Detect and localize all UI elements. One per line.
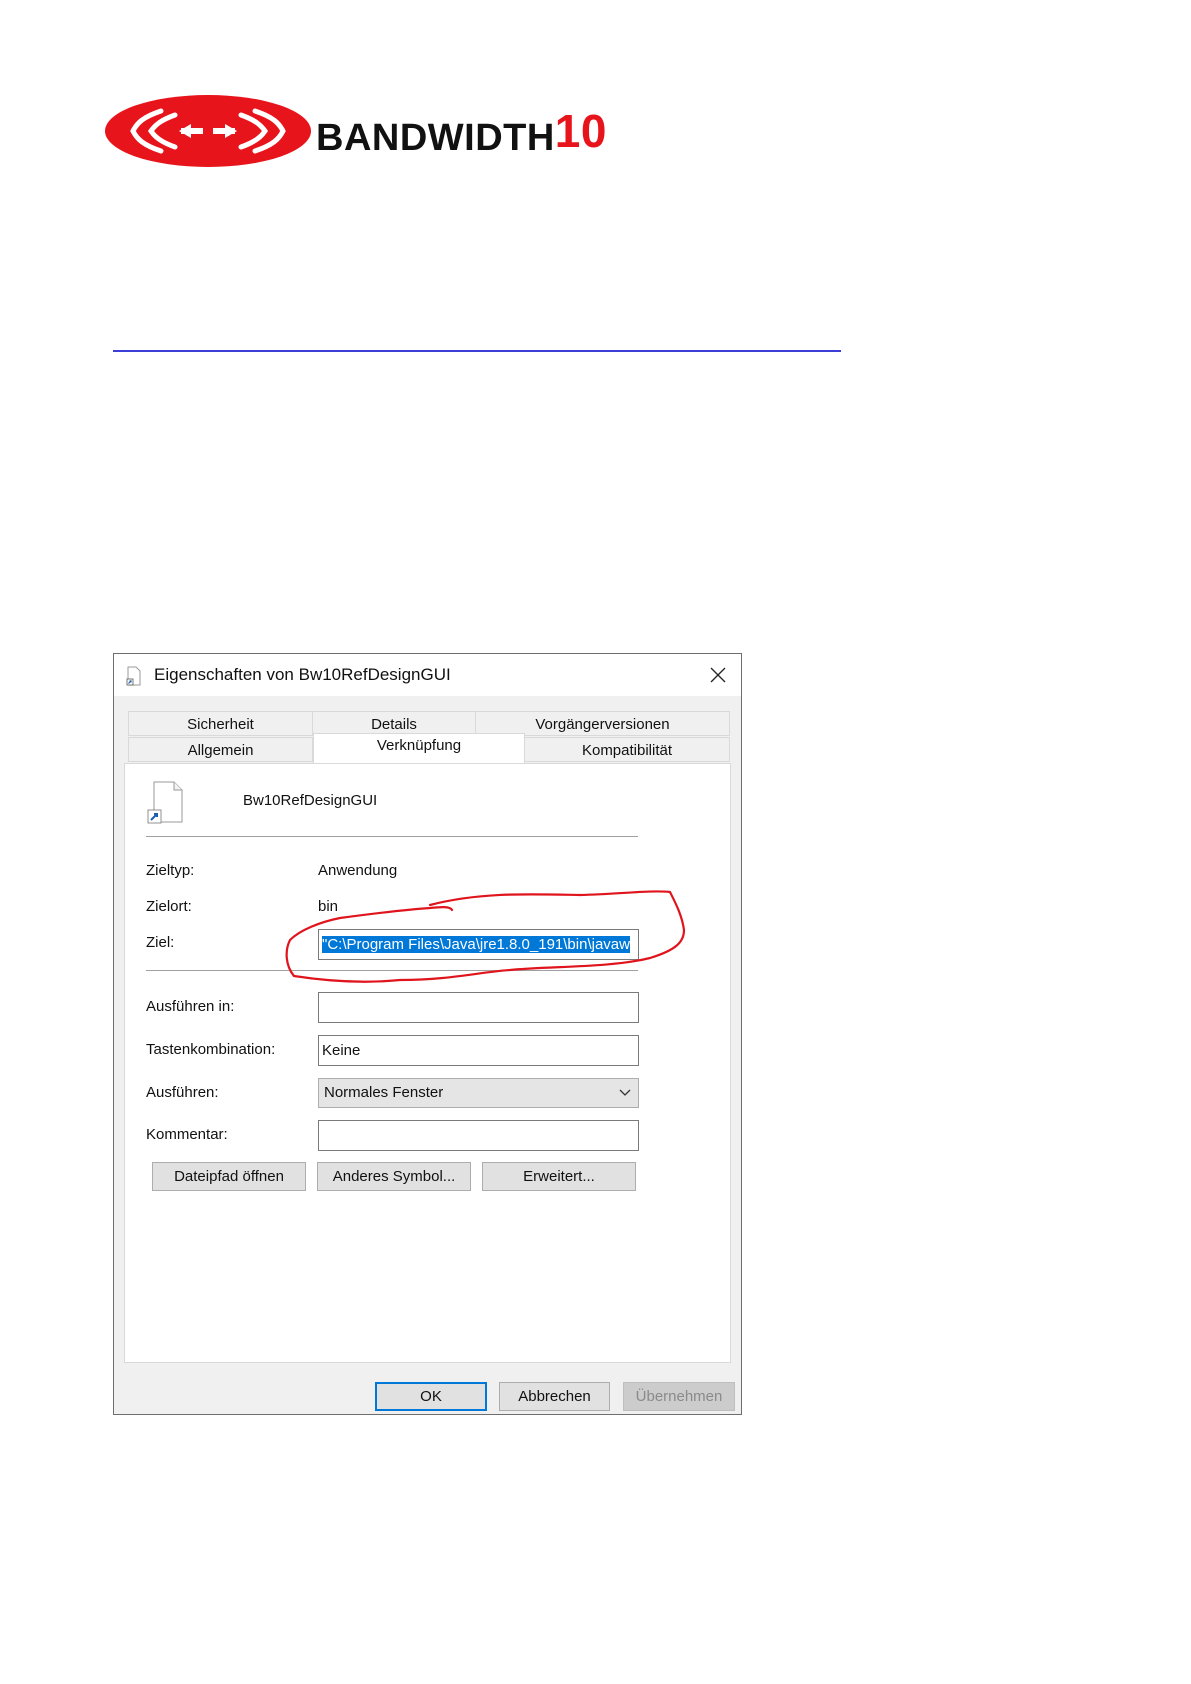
logo-wordmark: BANDWIDTH10 bbox=[316, 105, 607, 161]
tastenkombination-input[interactable]: Keine bbox=[318, 1035, 639, 1066]
tastenkombination-label: Tastenkombination: bbox=[146, 1041, 276, 1058]
tab-allgemein[interactable]: Allgemein bbox=[128, 737, 313, 762]
ziel-label: Ziel: bbox=[146, 934, 175, 951]
ausfuehren-label: Ausführen: bbox=[146, 1084, 219, 1101]
ok-button[interactable]: OK bbox=[375, 1382, 487, 1411]
separator bbox=[146, 836, 638, 837]
tab-kompatibilitaet[interactable]: Kompatibilität bbox=[524, 737, 730, 762]
tab-verknuepfung[interactable]: Verknüpfung bbox=[313, 733, 525, 763]
highlight-annotation bbox=[285, 890, 686, 983]
close-button[interactable] bbox=[695, 654, 741, 696]
chevron-down-icon bbox=[619, 1089, 631, 1096]
shortcut-file-icon bbox=[147, 781, 183, 824]
logo-brand-text: BANDWIDTH bbox=[316, 117, 555, 159]
ausfuehren-in-label: Ausführen in: bbox=[146, 998, 235, 1015]
advanced-button[interactable]: Erweitert... bbox=[482, 1162, 636, 1191]
zieltyp-label: Zieltyp: bbox=[146, 862, 195, 879]
kommentar-input[interactable] bbox=[318, 1120, 639, 1151]
apply-button[interactable]: Übernehmen bbox=[623, 1382, 735, 1411]
close-icon bbox=[710, 667, 726, 683]
shortcut-name: Bw10RefDesignGUI bbox=[243, 792, 378, 809]
horizontal-rule bbox=[113, 350, 841, 352]
shortcut-file-icon bbox=[126, 666, 141, 686]
logo-emblem-icon bbox=[105, 95, 311, 167]
cancel-button[interactable]: Abbrechen bbox=[499, 1382, 610, 1411]
title-bar[interactable]: Eigenschaften von Bw10RefDesignGUI bbox=[114, 654, 741, 696]
dialog-title: Eigenschaften von Bw10RefDesignGUI bbox=[154, 665, 451, 684]
tab-sicherheit[interactable]: Sicherheit bbox=[128, 711, 313, 736]
ausfuehren-select-value: Normales Fenster bbox=[324, 1084, 444, 1101]
properties-dialog: Eigenschaften von Bw10RefDesignGUI Siche… bbox=[113, 653, 742, 1415]
ausfuehren-select[interactable]: Normales Fenster bbox=[318, 1078, 639, 1108]
ausfuehren-in-input[interactable] bbox=[318, 992, 639, 1023]
bandwidth10-logo: BANDWIDTH10 bbox=[103, 93, 623, 169]
shortcut-panel: Bw10RefDesignGUI Zieltyp: Anwendung Ziel… bbox=[124, 763, 731, 1363]
kommentar-label: Kommentar: bbox=[146, 1126, 228, 1143]
logo-number-text: 10 bbox=[554, 105, 607, 157]
zielort-label: Zielort: bbox=[146, 898, 192, 915]
zieltyp-value: Anwendung bbox=[318, 862, 398, 879]
open-path-button[interactable]: Dateipfad öffnen bbox=[152, 1162, 306, 1191]
change-icon-button[interactable]: Anderes Symbol... bbox=[317, 1162, 471, 1191]
